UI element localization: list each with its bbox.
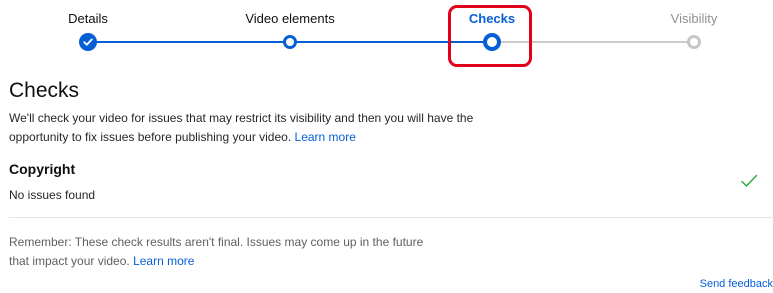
copyright-status: No issues found	[9, 188, 96, 202]
step-details-checkmark-icon[interactable]	[79, 33, 97, 51]
send-feedback-link[interactable]: Send feedback	[700, 277, 773, 291]
section-divider	[9, 217, 773, 218]
intro-learn-more-link[interactable]: Learn more	[295, 130, 356, 144]
reminder-learn-more-link[interactable]: Learn more	[133, 254, 194, 268]
checks-intro-text: We'll check your video for issues that m…	[9, 111, 474, 144]
upload-stepper: Details Video elements Checks Visibility	[0, 0, 773, 70]
check-icon	[741, 174, 758, 187]
highlight-annotation-box	[448, 5, 532, 67]
page-title: Checks	[9, 79, 80, 102]
reminder-note: Remember: These check results aren't fin…	[9, 233, 439, 271]
step-video-elements-label[interactable]: Video elements	[245, 11, 334, 27]
step-video-elements-node[interactable]	[283, 35, 297, 49]
step-visibility-label[interactable]: Visibility	[671, 11, 718, 27]
step-visibility-node[interactable]	[687, 35, 701, 49]
copyright-title: Copyright	[9, 161, 76, 177]
checks-intro: We'll check your video for issues that m…	[9, 109, 479, 147]
reminder-text: Remember: These check results aren't fin…	[9, 235, 424, 268]
checkmark-icon	[83, 38, 93, 46]
step-details-label[interactable]: Details	[68, 11, 108, 27]
